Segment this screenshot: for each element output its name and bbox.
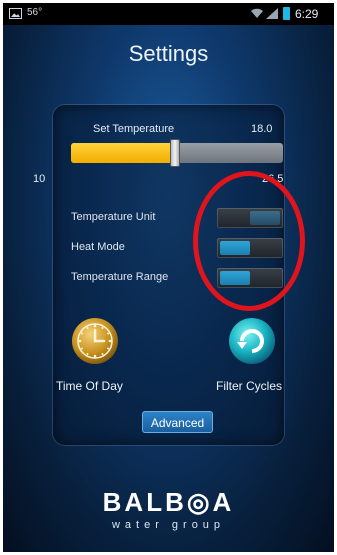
filter-cycle-icon[interactable] <box>225 316 279 366</box>
red-highlight-circle <box>193 171 305 311</box>
status-time: 6:29 <box>295 7 319 21</box>
slider-min-label: 10 <box>33 173 46 185</box>
set-temperature-slider-thumb[interactable] <box>170 139 180 167</box>
heat-mode-label: Heat Mode <box>71 241 125 253</box>
advanced-button[interactable]: Advanced <box>142 411 213 433</box>
status-temperature: 56° <box>27 7 43 18</box>
balboa-logo-tagline: water group <box>111 519 226 531</box>
time-of-day-label[interactable]: Time Of Day <box>56 379 123 393</box>
temperature-unit-label: Temperature Unit <box>71 211 156 223</box>
temperature-range-label: Temperature Range <box>71 271 169 283</box>
balboa-logo: BALB◎A <box>102 487 235 517</box>
signal-icon <box>266 8 278 19</box>
app-screen: 56° 6:29 Settings Set Temperature 18.0 1… <box>3 3 334 552</box>
battery-icon <box>283 7 290 20</box>
clock-icon[interactable] <box>70 316 120 366</box>
status-bar: 56° 6:29 <box>3 3 334 25</box>
set-temperature-value: 18.0 <box>251 123 273 135</box>
wifi-icon <box>251 8 263 18</box>
filter-cycles-label[interactable]: Filter Cycles <box>216 379 282 393</box>
set-temperature-label: Set Temperature <box>93 123 175 135</box>
set-temperature-slider-fill <box>71 143 175 163</box>
image-notification-icon <box>9 8 22 19</box>
page-title: Settings <box>128 41 209 66</box>
